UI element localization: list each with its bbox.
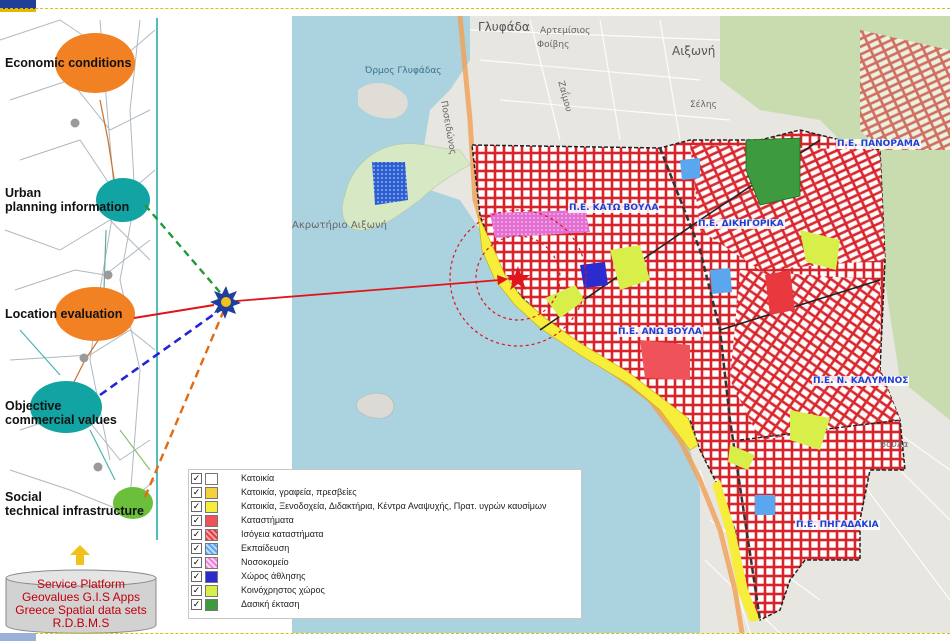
legend-checkbox[interactable]: ✓ — [191, 599, 202, 610]
legend-swatch-hospital — [205, 557, 218, 569]
cylinder-line-3: Greece Spatial data sets — [15, 603, 147, 617]
legend-checkbox[interactable]: ✓ — [191, 515, 202, 526]
street-label-selis: Σέλης — [690, 100, 717, 110]
footer-corner-accent — [0, 633, 36, 641]
legend-label: Καταστήματα — [241, 515, 294, 525]
legend-checkbox[interactable]: ✓ — [191, 543, 202, 554]
legend-checkbox[interactable]: ✓ — [191, 487, 202, 498]
cylinder-line-1: Service Platform — [36, 577, 126, 591]
area-label-n-kalymnos: Π.Ε. Ν. ΚΑΛΥΜΝΟΣ — [812, 376, 910, 386]
street-label-foivis: Φοίβης — [537, 40, 570, 50]
street-label-aixoni: Αιξωνή — [672, 44, 716, 58]
social-label: Social technical infrastructure — [5, 490, 144, 518]
legend-row[interactable]: ✓ Κατοικία, Ξενοδοχεία, Διδακτήρια, Κέντ… — [189, 500, 581, 514]
legend-row[interactable]: ✓ Καταστήματα — [189, 514, 581, 528]
legend-row[interactable]: ✓ Κατοικία, γραφεία, πρεσβείες — [189, 486, 581, 500]
legend-swatch-public-space — [205, 585, 218, 597]
legend-checkbox[interactable]: ✓ — [191, 585, 202, 596]
objective-label: Objective commercial values — [5, 399, 117, 427]
street-label-glyfada: Γλυφάδα — [478, 20, 530, 34]
street-label-cape: Ακρωτήριο Αιξωνή — [292, 220, 387, 231]
legend-row[interactable]: ✓ Δασική έκταση — [189, 598, 581, 612]
land-use-legend: ✓ Κατοικία ✓ Κατοικία, γραφεία, πρεσβείε… — [188, 469, 582, 619]
legend-label: Δασική έκταση — [241, 599, 300, 609]
legend-row[interactable]: ✓ Νοσοκομείο — [189, 556, 581, 570]
area-label-panorama: Π.Ε. ΠΑΝΟΡΑΜΑ — [836, 139, 921, 149]
legend-label: Κατοικία — [241, 473, 275, 483]
street-label-voula: Βούλα — [880, 440, 909, 450]
urban-label: Urban planning information — [5, 186, 130, 214]
street-label-ormos: Όρμος Γλυφάδας — [365, 66, 442, 76]
up-arrow-icon — [70, 545, 90, 565]
legend-checkbox[interactable]: ✓ — [191, 557, 202, 568]
cylinder-line-2: Geovalues G.I.S Apps — [21, 590, 141, 604]
location-connector — [133, 304, 215, 319]
cylinder-line-4: R.D.B.M.S — [52, 616, 110, 630]
area-label-ano-voula: Π.Ε. ΑΝΩ ΒΟΥΛΑ — [617, 327, 703, 337]
legend-label: Κατοικία, Ξενοδοχεία, Διδακτήρια, Κέντρα… — [241, 501, 547, 511]
legend-checkbox[interactable]: ✓ — [191, 529, 202, 540]
economic-label: Economic conditions — [5, 56, 132, 70]
area-label-kato-voula: Π.Ε. ΚΑΤΩ ΒΟΥΛΑ — [568, 203, 660, 213]
legend-row[interactable]: ✓ Ισόγεια καταστήματα — [189, 528, 581, 542]
legend-swatch-mixed — [205, 501, 218, 513]
legend-swatch-forest — [205, 599, 218, 611]
legend-label: Κατοικία, γραφεία, πρεσβείες — [241, 487, 357, 497]
legend-swatch-shops — [205, 515, 218, 527]
legend-checkbox[interactable]: ✓ — [191, 473, 202, 484]
legend-swatch-sports — [205, 571, 218, 583]
area-label-pigadakia: Π.Ε. ΠΗΓΑΔΑΚΙΑ — [795, 520, 880, 530]
legend-row[interactable]: ✓ Κατοικία — [189, 472, 581, 486]
legend-checkbox[interactable]: ✓ — [191, 501, 202, 512]
hub-burst-icon — [210, 286, 241, 319]
legend-checkbox[interactable]: ✓ — [191, 571, 202, 582]
area-label-dikigorika: Π.Ε. ΔΙΚΗΓΟΡΙΚΑ — [697, 219, 785, 229]
legend-row[interactable]: ✓ Χώρος άθλησης — [189, 570, 581, 584]
street-label-artemisios: Αρτεμίσιος — [540, 26, 591, 36]
footer-divider — [0, 633, 950, 634]
legend-swatch-ground-shops — [205, 529, 218, 541]
legend-row[interactable]: ✓ Κοινόχρηστος χώρος — [189, 584, 581, 598]
network-background — [0, 19, 156, 511]
legend-label: Ισόγεια καταστήματα — [241, 529, 324, 539]
location-label: Location evaluation — [5, 307, 123, 321]
legend-swatch-education — [205, 543, 218, 555]
legend-row[interactable]: ✓ Εκπαίδευση — [189, 542, 581, 556]
legend-label: Κοινόχρηστος χώρος — [241, 585, 325, 595]
legend-swatch-offices — [205, 487, 218, 499]
legend-label: Εκπαίδευση — [241, 543, 290, 553]
legend-swatch-residential — [205, 473, 218, 485]
legend-label: Χώρος άθλησης — [241, 571, 306, 581]
legend-label: Νοσοκομείο — [241, 557, 289, 567]
